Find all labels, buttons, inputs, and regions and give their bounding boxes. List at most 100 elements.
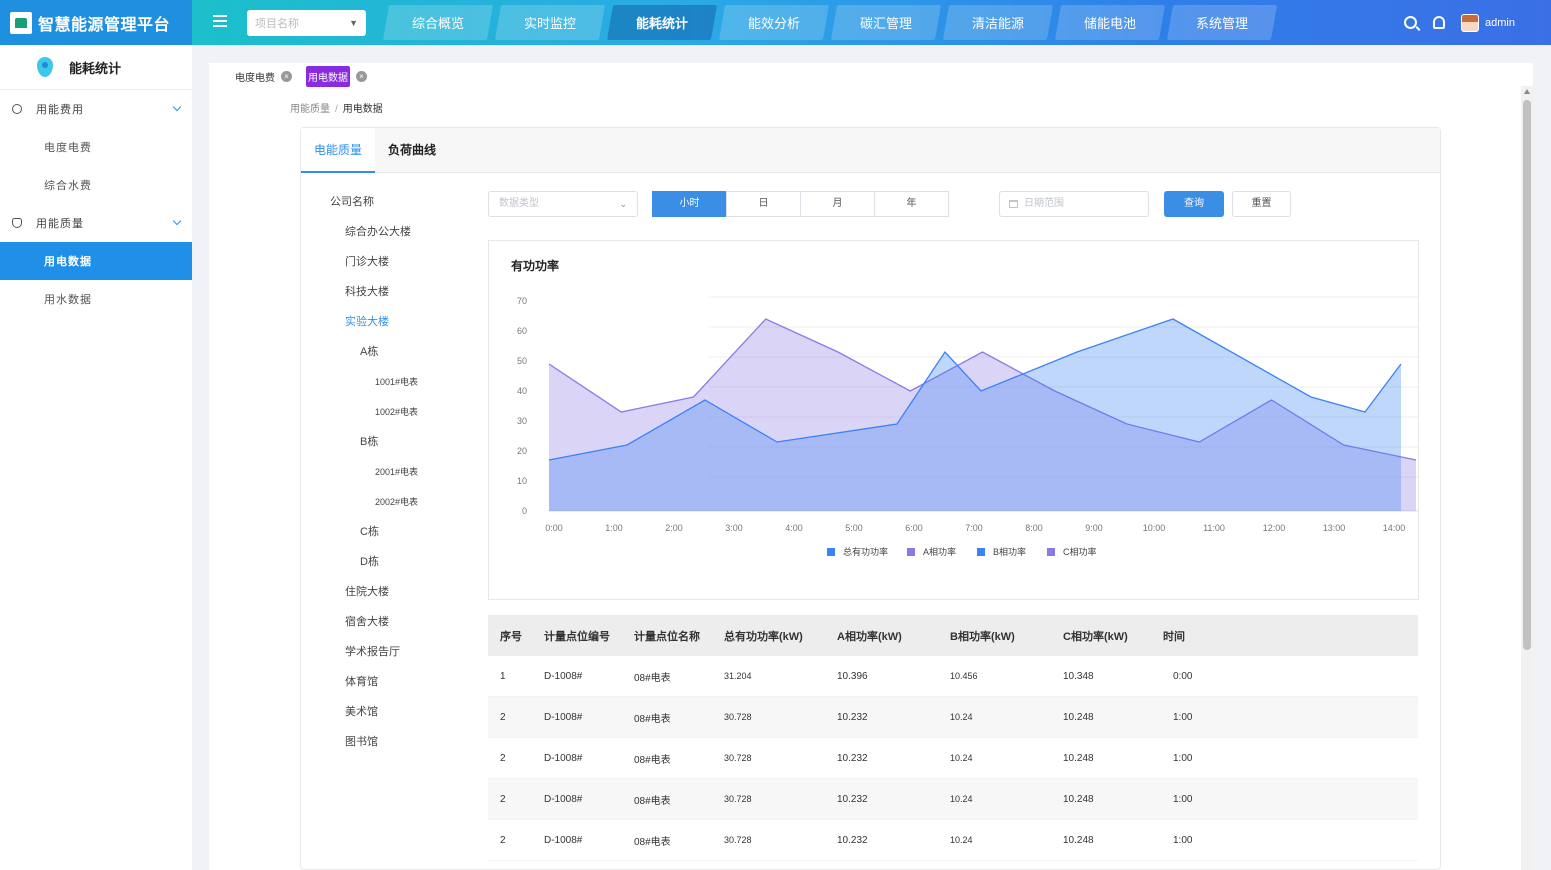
sidebar-group-quality[interactable]: 用能质量 (0, 204, 192, 242)
query-button[interactable]: 查询 (1164, 191, 1224, 217)
tree-node[interactable]: 2001#电表 (375, 457, 418, 487)
scrollbar-thumb[interactable] (1523, 100, 1531, 650)
data-type-placeholder: 数据类型 (499, 198, 539, 209)
page-tab-electricity-fee[interactable]: 电度电费 × (235, 69, 292, 84)
nav-item-energy-stats[interactable]: 能耗统计 (610, 5, 714, 40)
table-cell: D-1008# (544, 793, 583, 805)
scroll-up-arrow-icon[interactable] (1524, 89, 1530, 94)
bell-icon[interactable] (1433, 16, 1446, 29)
close-icon[interactable]: × (281, 70, 292, 82)
breadcrumb-current: 用电数据 (342, 104, 383, 115)
sidebar-item-water-fee[interactable]: 综合水费 (0, 166, 192, 204)
table-cell: 08#电表 (634, 713, 671, 725)
column-header: C相功率(kW) (1063, 630, 1128, 643)
x-tick-label: 11:00 (1203, 523, 1225, 533)
y-tick-label: 40 (517, 386, 527, 396)
table-row[interactable]: 1 D-1008# 08#电表 31.204 10.396 10.456 10.… (488, 656, 1418, 697)
y-tick-label: 0 (522, 506, 527, 516)
x-tick-label: 5:00 (845, 523, 863, 533)
legend-marker (1047, 548, 1055, 556)
avatar (1461, 13, 1480, 32)
shield-icon (12, 218, 22, 228)
tab-power-quality[interactable]: 电能质量 (301, 128, 376, 173)
table-row[interactable]: 2 D-1008# 08#电表 30.728 10.232 10.24 10.2… (488, 697, 1418, 738)
nav-item-label: 能效分析 (747, 16, 800, 31)
nav-item-label: 碳汇管理 (859, 16, 912, 31)
period-day-button[interactable]: 日 (726, 191, 801, 217)
period-month-button[interactable]: 月 (800, 191, 875, 217)
date-range-input[interactable]: 日期范围 (999, 191, 1149, 217)
menu-toggle-icon[interactable] (213, 15, 227, 27)
legend-label: 总有功功率 (843, 546, 888, 557)
table-cell: 08#电表 (634, 754, 671, 766)
table-cell: 10.232 (837, 834, 868, 846)
nav-item-carbon[interactable]: 碳汇管理 (834, 5, 938, 40)
table-cell: 10.232 (837, 793, 868, 805)
sidebar-group-cost[interactable]: 用能费用 (0, 90, 192, 128)
breadcrumb-parent[interactable]: 用能质量 (290, 104, 330, 115)
table-cell: 2 (500, 711, 506, 723)
breadcrumb-separator: / (335, 104, 338, 115)
legend-label: C相功率 (1063, 546, 1097, 557)
tree-node[interactable]: C栋 (360, 517, 379, 547)
table-row[interactable]: 2 D-1008# 08#电表 30.728 10.232 10.24 10.2… (488, 820, 1418, 861)
user-menu[interactable]: admin (1461, 13, 1515, 32)
nav-item-efficiency[interactable]: 能效分析 (722, 5, 826, 40)
project-select[interactable]: 项目名称 ▼ (247, 10, 366, 36)
legend-label: B相功率 (993, 546, 1026, 557)
tree-root[interactable]: 公司名称 (330, 187, 374, 217)
data-type-select[interactable]: 数据类型 ⌄ (488, 191, 638, 217)
nav-item-monitor[interactable]: 实时监控 (498, 5, 602, 40)
nav-item-battery[interactable]: 储能电池 (1058, 5, 1162, 40)
nav-item-label: 清洁能源 (971, 16, 1024, 31)
tree-node[interactable]: 美术馆 (345, 697, 378, 727)
nav-item-label: 综合概览 (411, 16, 464, 31)
legend-marker (907, 548, 915, 556)
tree-node[interactable]: 学术报告厅 (345, 637, 400, 667)
x-tick-label: 10:00 (1143, 523, 1166, 533)
tree-node[interactable]: 体育馆 (345, 667, 378, 697)
tree-node[interactable]: 1001#电表 (375, 367, 418, 397)
tree-node[interactable]: D栋 (360, 547, 379, 577)
tree-node[interactable]: 图书馆 (345, 727, 378, 757)
sidebar-item-water-data[interactable]: 用水数据 (0, 280, 192, 318)
table-cell: 10.248 (1063, 752, 1094, 764)
nav-item-overview[interactable]: 综合概览 (386, 5, 490, 40)
page-tab-electricity-data[interactable]: 用电数据 × (306, 65, 367, 87)
table-cell: 1:00 (1173, 711, 1193, 723)
search-icon[interactable] (1404, 16, 1418, 29)
y-tick-label: 60 (517, 326, 527, 336)
close-icon[interactable]: × (356, 70, 367, 82)
table-row[interactable]: 2 D-1008# 08#电表 30.728 10.232 10.24 10.2… (488, 779, 1418, 820)
gear-icon (12, 104, 22, 114)
table-cell: 10.396 (837, 670, 868, 682)
period-hour-button[interactable]: 小时 (652, 191, 727, 217)
tree-node[interactable]: A栋 (360, 337, 378, 367)
sidebar-item-electricity-fee[interactable]: 电度电费 (0, 128, 192, 166)
nav-item-label: 储能电池 (1083, 16, 1136, 31)
page-scrollbar[interactable] (1521, 86, 1533, 870)
tree-node[interactable]: 住院大楼 (345, 577, 389, 607)
tab-load-curve[interactable]: 负荷曲线 (375, 128, 449, 172)
tree-node[interactable]: 门诊大楼 (345, 247, 389, 277)
tree-node[interactable]: 综合办公大楼 (345, 217, 411, 247)
power-chart: 0 10 20 30 40 50 60 70 0:00 1:00 2:00 3:00 4:00 5:00 6… (517, 296, 1418, 557)
tree-node[interactable]: 科技大楼 (345, 277, 389, 307)
tree-node[interactable]: 1002#电表 (375, 397, 418, 427)
sidebar-header: 能耗统计 (0, 45, 192, 90)
table-cell: D-1008# (544, 711, 583, 723)
table-cell: D-1008# (544, 670, 583, 682)
reset-button[interactable]: 重置 (1232, 191, 1291, 217)
nav-item-system[interactable]: 系统管理 (1170, 5, 1274, 40)
table-row[interactable]: 2 D-1008# 08#电表 30.728 10.232 10.24 10.2… (488, 738, 1418, 779)
tree-node[interactable]: 2002#电表 (375, 487, 418, 517)
tree-node[interactable]: B栋 (360, 427, 378, 457)
tree-node[interactable]: 宿舍大楼 (345, 607, 389, 637)
nav-item-clean-energy[interactable]: 清洁能源 (946, 5, 1050, 40)
top-header: 智慧能源管理平台 项目名称 ▼ 综合概览 实时监控 能耗统计 能效分析 碳汇管理… (0, 0, 1551, 45)
table-cell: 1 (500, 670, 506, 682)
table-cell: 2 (500, 793, 506, 805)
sidebar-item-electricity-data[interactable]: 用电数据 (0, 242, 192, 280)
tree-node-selected[interactable]: 实验大楼 (345, 307, 389, 337)
period-year-button[interactable]: 年 (874, 191, 949, 217)
